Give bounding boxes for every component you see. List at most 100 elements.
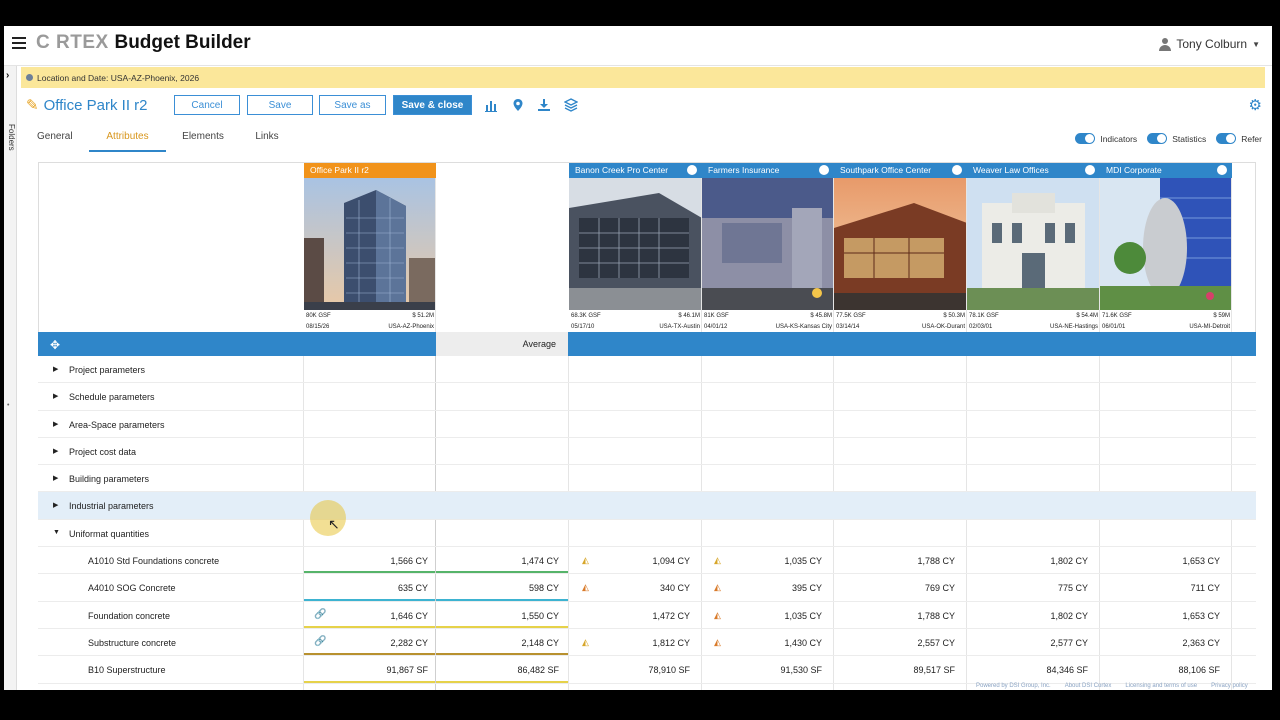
column-title-text: MDI Corporate xyxy=(1106,165,1162,175)
group-label: Project parameters xyxy=(69,365,146,375)
column-meta: 78.1K GSF $ 54.4M 02/03/01 USA-NE-Hastings xyxy=(967,310,1100,334)
comparable-value: 775 CY xyxy=(1057,583,1088,594)
tab-general[interactable]: General xyxy=(37,131,89,152)
save-close-button[interactable]: Save & close xyxy=(393,95,472,115)
comparable-value: 1,802 CY xyxy=(1050,610,1088,621)
column-current-project[interactable]: Office Park II r2 80K GSF $ 51.2M 08/15/… xyxy=(304,163,436,332)
top-bar: C RTEX Budget Builder Tony Colburn ▼ xyxy=(4,26,1272,66)
column-gsf: 68.3K GSF xyxy=(571,313,601,319)
footer-links: Powered by DSI Group, Inc. About DSI Cor… xyxy=(976,683,1248,689)
user-name: Tony Colburn xyxy=(1176,37,1248,51)
comparable-value: 78,910 SF xyxy=(648,665,690,676)
cancel-button[interactable]: Cancel xyxy=(174,95,240,115)
column-comparable-1[interactable]: Banon Creek Pro Center 68.3K GSF $ 46.1M… xyxy=(569,163,702,332)
column-cost: $ 51.2M xyxy=(412,313,434,319)
column-comparable-2[interactable]: Farmers Insurance 81K GSF $ 45.8M 04/01/1… xyxy=(702,163,834,332)
select-radio[interactable] xyxy=(687,165,697,175)
group-label: Uniformat quantities xyxy=(69,528,150,539)
comparable-value: 2,577 CY xyxy=(1050,637,1088,648)
toggle-switch[interactable] xyxy=(1075,133,1096,144)
column-cost: $ 59M xyxy=(1213,313,1230,319)
column-comparable-5[interactable]: MDI Corporate 71.6K GSF $ 59M 06/01/01 USA xyxy=(1100,163,1232,332)
comparable-value: 1,653 CY xyxy=(1182,556,1220,567)
toggle-switch[interactable] xyxy=(1147,133,1168,144)
user-menu[interactable]: Tony Colburn ▼ xyxy=(1159,37,1260,51)
current-value[interactable]: 1,646 CY xyxy=(390,611,428,621)
current-value[interactable]: 91,867 SF xyxy=(386,665,428,675)
average-value: 86,482 SF xyxy=(517,665,559,676)
menu-icon[interactable] xyxy=(12,37,26,49)
select-radio[interactable] xyxy=(1217,165,1227,175)
average-header: Average xyxy=(436,332,568,356)
download-icon[interactable] xyxy=(537,98,551,112)
current-value[interactable]: 635 CY xyxy=(398,583,428,593)
quantity-row[interactable]: A4010 SOG Concrete 635 CY 598 CY ◭ 340 C… xyxy=(38,574,1256,602)
quantity-label: Substructure concrete xyxy=(88,637,177,648)
select-radio[interactable] xyxy=(1085,165,1095,175)
toggle-label: Refer xyxy=(1241,133,1262,144)
group-row[interactable]: ▶ Project parameters xyxy=(38,356,1256,384)
select-radio[interactable] xyxy=(952,165,962,175)
toggle-indicators[interactable]: Indicators xyxy=(1075,133,1137,144)
group-row[interactable]: ▶ Area-Space parameters xyxy=(38,411,1256,438)
group-row[interactable]: ▶ Industrial parameters xyxy=(38,492,1256,520)
move-arrows-icon[interactable]: ✥ xyxy=(50,338,60,352)
save-button[interactable]: Save xyxy=(247,95,313,115)
link-icon[interactable]: 🔗 xyxy=(314,636,326,647)
comparable-value: 340 CY xyxy=(659,583,690,594)
tab-links[interactable]: Links xyxy=(240,131,294,152)
quantity-row[interactable]: Foundation concrete 🔗 1,646 CY 1,550 CY … xyxy=(38,602,1256,629)
flag-icon: ◭ xyxy=(714,609,721,620)
expand-arrow-icon[interactable]: ▶ xyxy=(53,420,58,428)
column-gsf: 81K GSF xyxy=(704,313,729,319)
select-radio[interactable] xyxy=(819,165,829,175)
building-photo xyxy=(1100,178,1232,310)
footer-link[interactable]: Privacy policy xyxy=(1211,683,1248,689)
layers-icon[interactable] xyxy=(564,98,578,112)
column-cost: $ 54.4M xyxy=(1076,313,1098,319)
toggle-statistics[interactable]: Statistics xyxy=(1147,133,1206,144)
expand-arrow-icon[interactable]: ▶ xyxy=(53,447,58,455)
group-row[interactable]: ▶ Schedule parameters xyxy=(38,383,1256,411)
quantity-row[interactable]: A1010 Std Foundations concrete 1,566 CY … xyxy=(38,547,1256,575)
building-photo xyxy=(569,178,702,310)
group-row[interactable]: ▶ Project cost data xyxy=(38,438,1256,466)
column-cost: $ 45.8M xyxy=(810,313,832,319)
pencil-icon[interactable]: ✎ xyxy=(26,96,39,114)
column-title-text: Southpark Office Center xyxy=(840,165,932,175)
current-value[interactable]: 1,566 CY xyxy=(390,556,428,566)
link-icon[interactable]: 🔗 xyxy=(314,609,326,620)
expand-arrow-icon[interactable]: ▶ xyxy=(53,474,58,482)
comparable-value: 711 CY xyxy=(1190,583,1220,594)
location-pin-icon[interactable] xyxy=(511,98,525,112)
toggle-switch[interactable] xyxy=(1216,133,1237,144)
collapse-handle-icon[interactable]: • xyxy=(7,402,9,409)
app-logo: C RTEX Budget Builder xyxy=(36,32,251,54)
expand-arrow-icon[interactable]: ▶ xyxy=(53,392,58,400)
tab-elements[interactable]: Elements xyxy=(166,131,240,152)
group-row[interactable]: ▶ Building parameters xyxy=(38,465,1256,493)
column-date: 03/14/14 xyxy=(836,324,860,330)
column-comparable-4[interactable]: Weaver Law Offices 78.1K GSF $ 54.4M 02/0… xyxy=(967,163,1100,332)
column-comparable-3[interactable]: Southpark Office Center 77.5K GSF $ 50.3M… xyxy=(834,163,967,332)
current-value[interactable]: 2,282 CY xyxy=(390,638,428,648)
group-row-expanded[interactable]: ▼ Uniformat quantities xyxy=(38,520,1256,548)
quantity-row[interactable]: Substructure concrete 🔗 2,282 CY 2,148 C… xyxy=(38,629,1256,657)
collapse-arrow-icon[interactable]: ▼ xyxy=(53,529,60,536)
footer-link[interactable]: Licensing and terms of use xyxy=(1125,683,1197,689)
folders-panel-toggle[interactable]: › Folders • xyxy=(4,66,17,690)
chart-icon[interactable] xyxy=(484,98,498,112)
comparable-value: 1,035 CY xyxy=(784,610,822,621)
tab-bar: General Attributes Elements Links xyxy=(37,131,294,152)
toggle-label: Statistics xyxy=(1172,133,1207,144)
expand-arrow-icon[interactable]: ▶ xyxy=(53,501,58,509)
save-as-button[interactable]: Save as xyxy=(319,95,386,115)
footer-link[interactable]: Powered by DSI Group, Inc. xyxy=(976,683,1051,689)
gear-icon[interactable]: ⚙ xyxy=(1249,96,1262,114)
footer-link[interactable]: About DSI Cortex xyxy=(1065,683,1112,689)
project-title-row: ✎ Office Park II r2 xyxy=(26,94,148,116)
expand-arrow-icon[interactable]: ▶ xyxy=(53,365,58,373)
toggle-references[interactable]: Refer xyxy=(1216,133,1262,144)
quantity-row[interactable]: B10 Superstructure 91,867 SF 86,482 SF 7… xyxy=(38,656,1256,684)
tab-attributes[interactable]: Attributes xyxy=(89,131,166,152)
